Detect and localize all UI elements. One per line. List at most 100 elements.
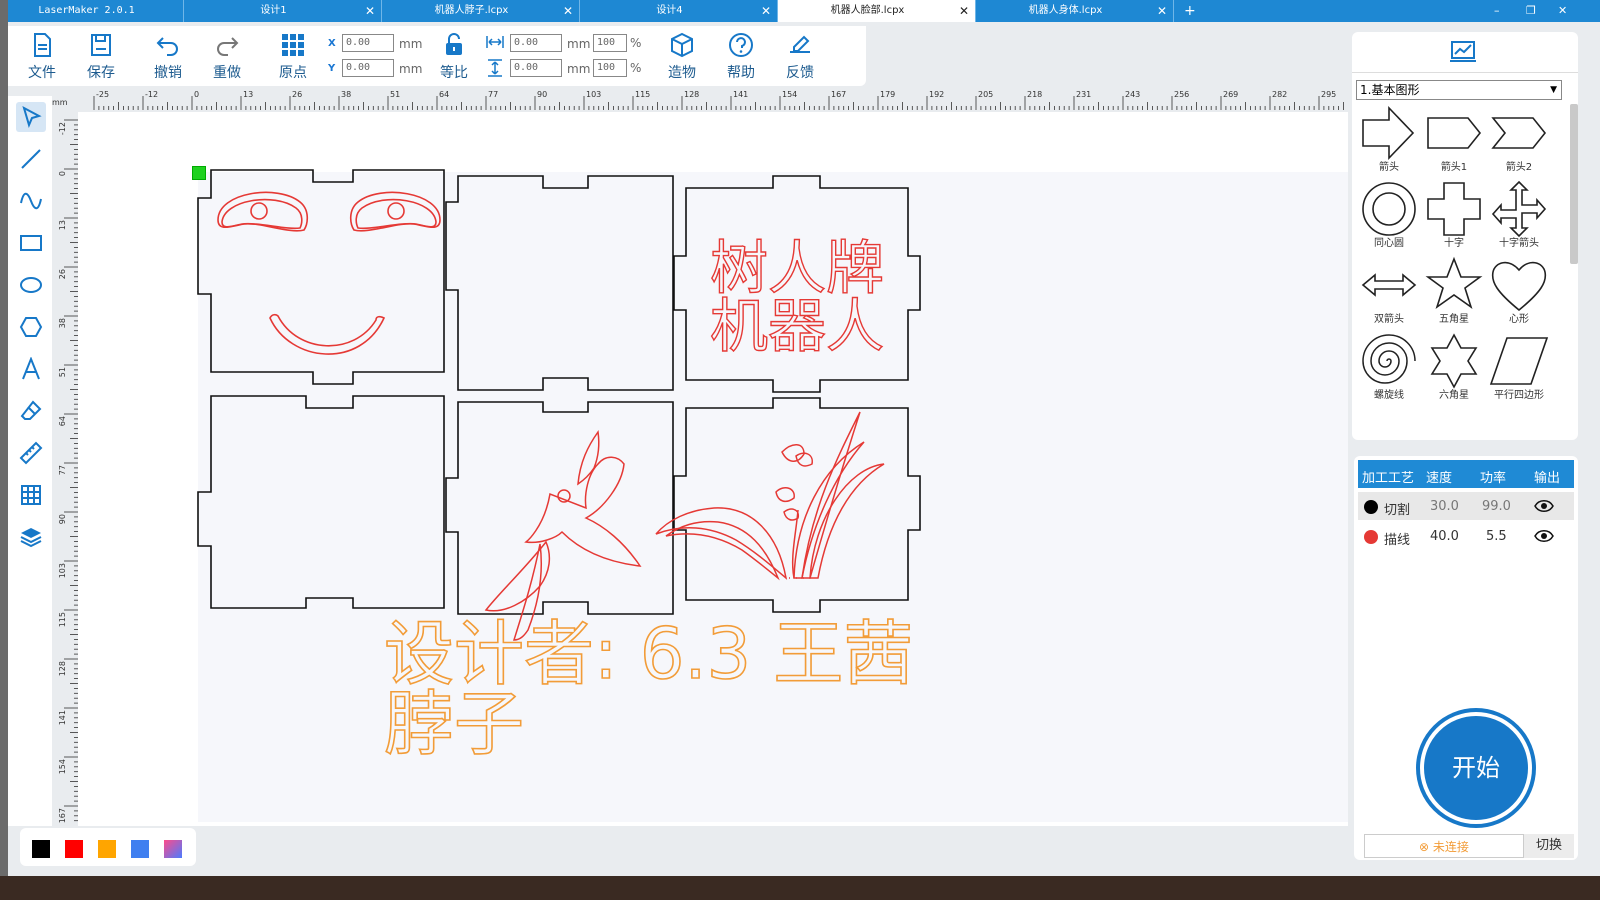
ruler-label: 179 xyxy=(880,90,895,99)
ruler-label: 38 xyxy=(58,318,67,328)
tab-design1[interactable]: 设计1 ✕ xyxy=(184,0,382,22)
swatch-orange[interactable] xyxy=(98,840,116,858)
shape-preview-icon xyxy=(1362,182,1416,236)
minimize-button[interactable]: – xyxy=(1494,0,1500,22)
polygon-tool[interactable] xyxy=(16,312,46,342)
shape-item[interactable]: 同心圆 xyxy=(1358,180,1420,249)
canvas-text-brand-line2[interactable]: 机器人 xyxy=(709,291,884,360)
shape-preview-icon[interactable] xyxy=(1490,412,1550,440)
swatch-gradient[interactable] xyxy=(164,840,182,858)
width-icon xyxy=(486,36,504,48)
shape-item[interactable]: 螺旋线 xyxy=(1358,332,1420,401)
start-button[interactable]: 开始 xyxy=(1420,712,1532,824)
layers-tool[interactable] xyxy=(16,522,46,552)
layer-row-line[interactable]: 描线 40.0 5.5 xyxy=(1358,522,1574,550)
shape-preview-icon[interactable] xyxy=(1425,412,1485,440)
shape-item[interactable]: 十字 xyxy=(1423,180,1485,249)
cut-panel-face[interactable] xyxy=(197,169,445,385)
close-window-button[interactable]: ✕ xyxy=(1558,0,1567,22)
file-icon xyxy=(34,33,51,57)
shape-item[interactable]: 六角星 xyxy=(1423,332,1485,401)
shape-category-select[interactable]: 1.基本图形 ▼ xyxy=(1356,80,1562,100)
ellipse-tool[interactable] xyxy=(16,270,46,300)
chart-icon[interactable] xyxy=(1450,40,1476,62)
lock-ratio-button[interactable]: 等比 xyxy=(432,32,476,82)
close-icon[interactable]: ✕ xyxy=(959,0,969,22)
shape-label: 箭头2 xyxy=(1505,162,1533,173)
eye-icon[interactable] xyxy=(1534,499,1554,513)
layer-row-cut[interactable]: 切割 30.0 99.0 xyxy=(1358,492,1574,520)
y-position-input[interactable]: 0.00 xyxy=(342,59,394,77)
shape-item[interactable]: 平行四边形 xyxy=(1488,332,1550,401)
ruler-label: 51 xyxy=(390,90,400,99)
shape-label: 同心圆 xyxy=(1374,238,1404,249)
shape-preview-icon[interactable] xyxy=(1360,412,1420,440)
height-input[interactable]: 0.00 xyxy=(510,59,562,77)
robot-face-engraving[interactable] xyxy=(217,191,441,355)
cut-panel-lower-left[interactable] xyxy=(197,395,445,609)
tab-face[interactable]: 机器人脸部.lcpx ✕ xyxy=(778,0,976,22)
shape-item[interactable]: 心形 xyxy=(1488,256,1550,325)
shape-preview-icon xyxy=(1425,256,1483,310)
width-unit: mm xyxy=(567,37,591,51)
restore-button[interactable]: ❐ xyxy=(1526,0,1536,22)
shape-preview-icon xyxy=(1361,273,1417,297)
cut-panel-orchid[interactable] xyxy=(673,397,921,613)
cut-panel-flower[interactable] xyxy=(445,401,674,615)
eraser-tool[interactable] xyxy=(16,396,46,426)
curve-tool[interactable] xyxy=(16,186,46,216)
make-button[interactable]: 造物 xyxy=(660,32,704,82)
design-drawing: 树人牌 机器人 设计者: 6.3 王茜 脖子 xyxy=(197,169,921,766)
rectangle-tool[interactable] xyxy=(16,228,46,258)
add-tab-button[interactable]: + xyxy=(1184,0,1196,22)
close-icon[interactable]: ✕ xyxy=(365,0,375,22)
x-position-input[interactable]: 0.00 xyxy=(342,34,394,52)
tab-design4[interactable]: 设计4 ✕ xyxy=(580,0,778,22)
shape-item[interactable]: 箭头1 xyxy=(1423,104,1485,173)
close-icon[interactable]: ✕ xyxy=(1157,0,1167,22)
close-icon[interactable]: ✕ xyxy=(761,0,771,22)
canvas-text-designer-line2[interactable]: 脖子 xyxy=(383,682,525,766)
ruler-tool[interactable] xyxy=(16,438,46,468)
shape-item[interactable]: 箭头 xyxy=(1358,104,1420,173)
tab-neck[interactable]: 机器人脖子.lcpx ✕ xyxy=(382,0,580,22)
design-canvas[interactable]: 树人牌 机器人 设计者: 6.3 王茜 脖子 xyxy=(78,112,1348,826)
select-tool[interactable] xyxy=(16,102,46,132)
redo-button[interactable]: 重做 xyxy=(205,32,249,82)
connection-status[interactable]: ⊗ 未连接 xyxy=(1364,834,1524,858)
shape-item[interactable]: 十字箭头 xyxy=(1488,180,1550,249)
origin-button[interactable]: 原点 xyxy=(271,32,315,82)
shape-panel-scrollbar[interactable] xyxy=(1570,104,1578,264)
cut-panel-blank[interactable] xyxy=(445,175,674,391)
switch-button[interactable]: 切换 xyxy=(1524,834,1574,858)
save-button[interactable]: 保存 xyxy=(79,32,123,82)
width-input[interactable]: 0.00 xyxy=(510,34,562,52)
line-tool[interactable] xyxy=(16,144,46,174)
swatch-blue[interactable] xyxy=(131,840,149,858)
ruler-label: 90 xyxy=(537,90,547,99)
shape-item[interactable]: 箭头2 xyxy=(1488,104,1550,173)
swatch-red[interactable] xyxy=(65,840,83,858)
shape-preview-icon xyxy=(1427,182,1481,236)
header-speed: 速度 xyxy=(1426,471,1453,486)
eye-icon[interactable] xyxy=(1534,529,1554,543)
ruler-label: 295 xyxy=(1321,90,1336,99)
height-percent-input[interactable]: 100 xyxy=(593,59,627,77)
shape-item[interactable]: 五角星 xyxy=(1423,256,1485,325)
file-button[interactable]: 文件 xyxy=(20,32,64,82)
close-icon[interactable]: ✕ xyxy=(563,0,573,22)
ruler-label: -25 xyxy=(96,90,109,99)
feedback-button[interactable]: 反馈 xyxy=(778,32,822,82)
width-percent-input[interactable]: 100 xyxy=(593,34,627,52)
help-button[interactable]: 帮助 xyxy=(719,32,763,82)
tab-body[interactable]: 机器人身体.lcpx ✕ xyxy=(976,0,1174,22)
ruler-label: 243 xyxy=(1125,90,1140,99)
shape-item[interactable]: 双箭头 xyxy=(1358,256,1420,325)
orchid-engraving[interactable] xyxy=(655,411,885,581)
insect-engraving[interactable] xyxy=(484,430,642,641)
undo-button[interactable]: 撤销 xyxy=(146,32,190,82)
swatch-black[interactable] xyxy=(32,840,50,858)
text-tool[interactable] xyxy=(16,354,46,384)
ruler-label: 167 xyxy=(831,90,846,99)
array-tool[interactable] xyxy=(16,480,46,510)
